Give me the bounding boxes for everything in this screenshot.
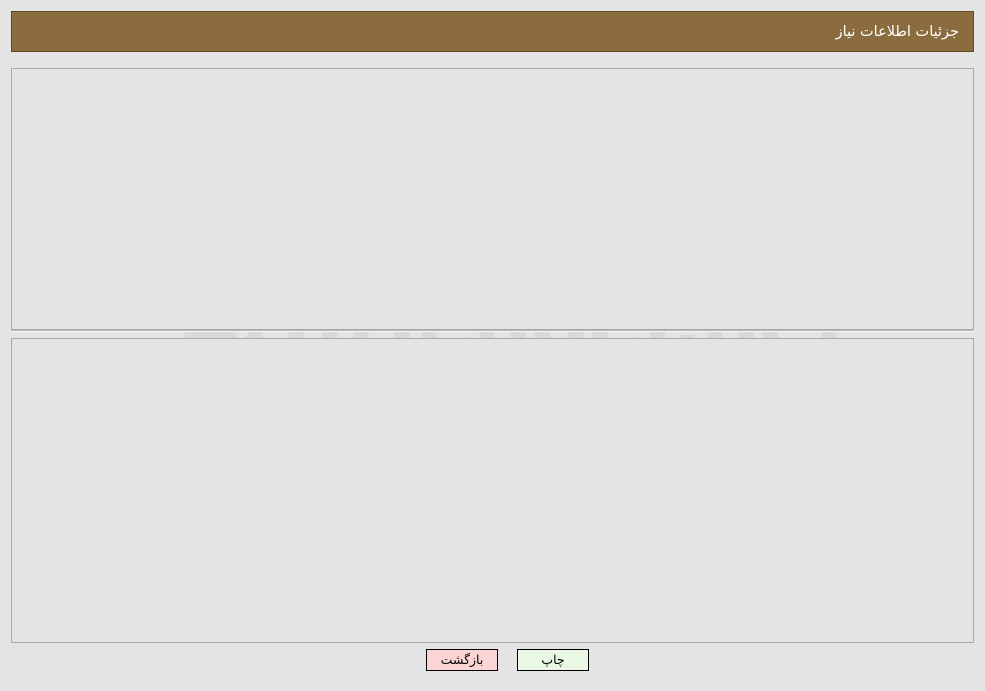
back-button[interactable]: بازگشت [426,649,498,671]
page-title-bar: جزئیات اطلاعات نیاز [11,11,974,52]
page-title: جزئیات اطلاعات نیاز [835,23,959,40]
print-button[interactable]: چاپ [517,649,589,671]
need-info-panel [11,68,974,330]
description-panel [11,338,974,643]
section-divider [12,330,973,332]
page-root: ArtaTender.net جزئیات اطلاعات نیاز شماره… [0,0,985,691]
